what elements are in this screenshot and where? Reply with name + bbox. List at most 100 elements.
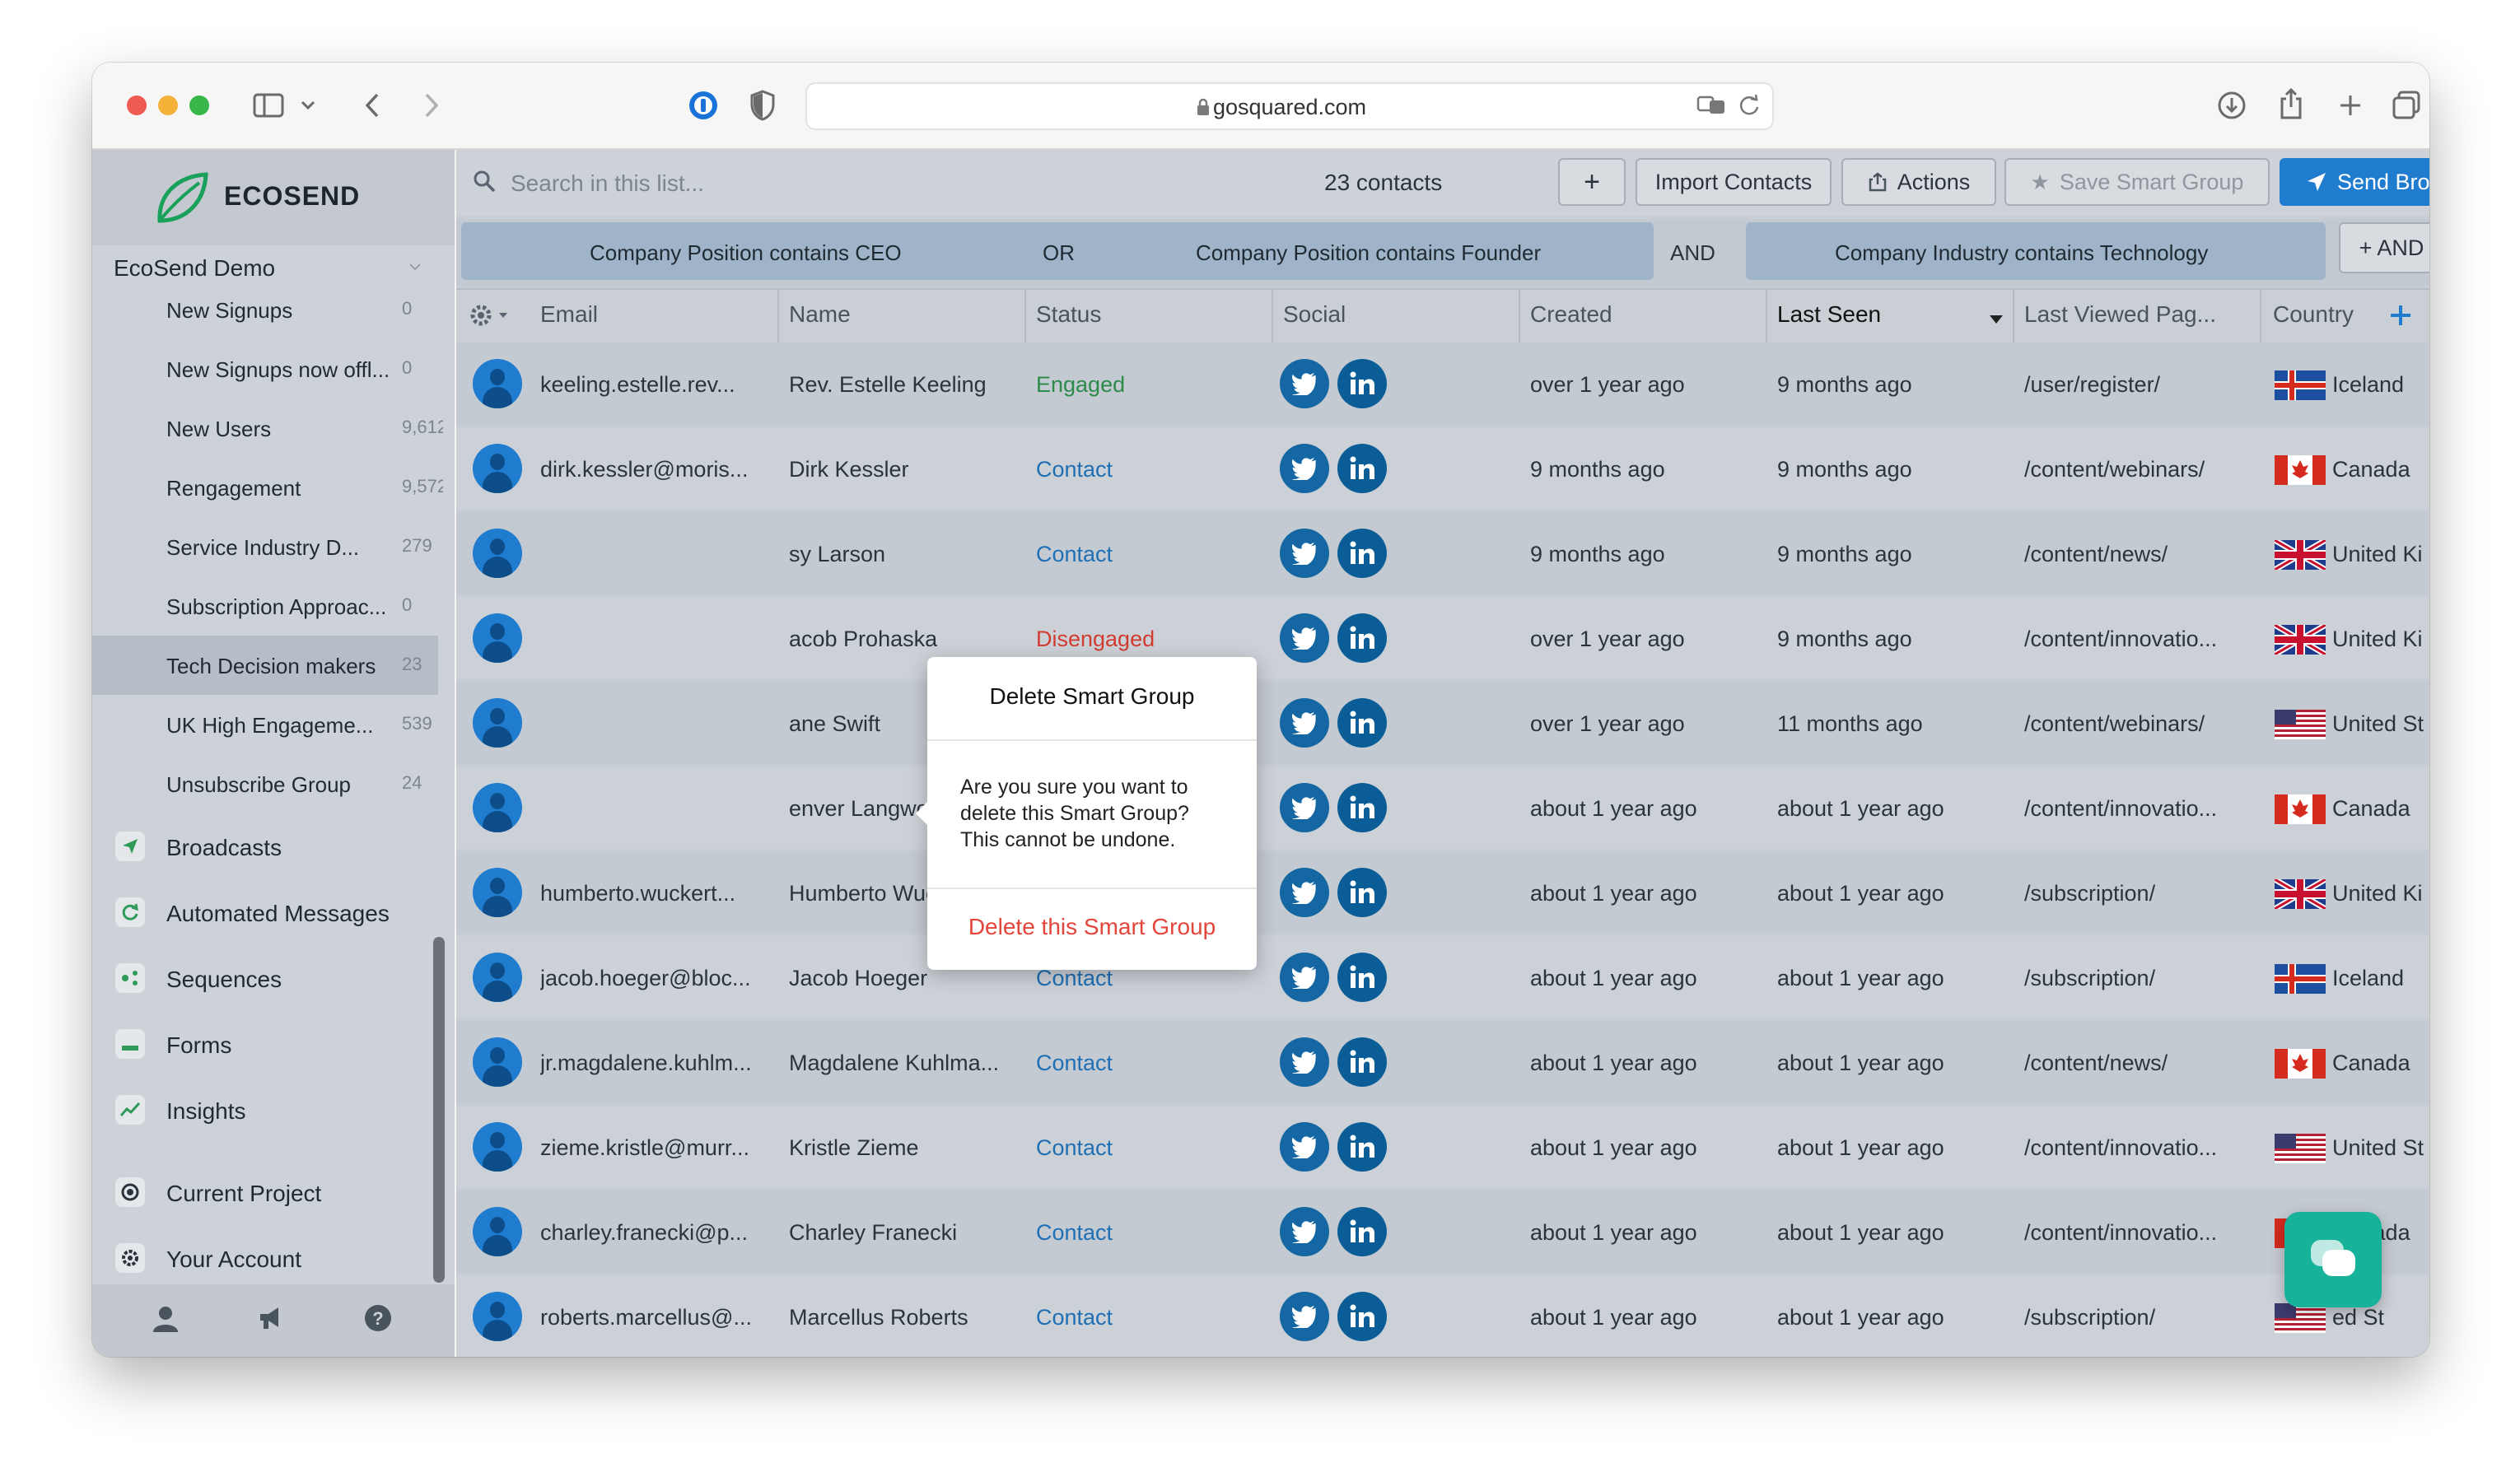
- avatar[interactable]: [473, 359, 522, 408]
- forward-icon[interactable]: [415, 89, 448, 122]
- maximize-window-button[interactable]: [189, 96, 209, 115]
- nav-your-account[interactable]: Your Account: [92, 1227, 438, 1293]
- delete-smart-group-button[interactable]: Delete this Smart Group: [927, 914, 1257, 940]
- downloads-icon[interactable]: [2214, 87, 2250, 123]
- chevron-down-icon[interactable]: [298, 96, 318, 115]
- share-icon[interactable]: [2273, 84, 2309, 123]
- name-cell[interactable]: Marcellus Roberts: [789, 1305, 1020, 1330]
- table-row[interactable]: jr.magdalene.kuhlm... Magdalene Kuhlma...…: [456, 1021, 2429, 1103]
- filter-condition[interactable]: Company Industry contains Technology: [1835, 240, 2208, 266]
- avatar[interactable]: [473, 868, 522, 917]
- smart-group-item[interactable]: Unsubscribe Group 24: [92, 754, 438, 813]
- avatar[interactable]: [473, 613, 522, 663]
- logo-area[interactable]: ECOSEND: [92, 150, 455, 245]
- linkedin-icon[interactable]: [1337, 444, 1387, 493]
- avatar[interactable]: [473, 1037, 522, 1087]
- email-cell[interactable]: dirk.kessler@moris...: [540, 457, 771, 482]
- avatar[interactable]: [473, 1207, 522, 1256]
- add-and-filter-button[interactable]: + AND: [2339, 222, 2429, 273]
- add-column-icon[interactable]: [2388, 303, 2413, 332]
- smart-group-item-active[interactable]: Tech Decision makers 23: [92, 636, 438, 695]
- import-contacts-button[interactable]: Import Contacts: [1636, 158, 1832, 206]
- linkedin-icon[interactable]: [1337, 359, 1387, 408]
- twitter-icon[interactable]: [1280, 698, 1329, 748]
- add-contact-button[interactable]: +: [1558, 158, 1626, 206]
- email-cell[interactable]: humberto.wuckert...: [540, 881, 771, 906]
- avatar[interactable]: [473, 529, 522, 578]
- column-header-country[interactable]: Country: [2273, 301, 2354, 328]
- smart-group-item[interactable]: New Users 9,612: [92, 398, 443, 458]
- linkedin-icon[interactable]: [1337, 1207, 1387, 1256]
- linkedin-icon[interactable]: [1337, 953, 1387, 1002]
- avatar[interactable]: [473, 698, 522, 748]
- column-header-last-viewed-page[interactable]: Last Viewed Pag...: [2024, 301, 2216, 328]
- table-row[interactable]: enver Langworth IContactabout 1 year ago…: [456, 766, 2429, 849]
- twitter-icon[interactable]: [1280, 1037, 1329, 1087]
- password-manager-icon[interactable]: [685, 87, 721, 123]
- twitter-icon[interactable]: [1280, 953, 1329, 1002]
- column-settings-icon[interactable]: [468, 301, 512, 333]
- name-cell[interactable]: sy Larson: [789, 542, 1020, 567]
- twitter-icon[interactable]: [1280, 359, 1329, 408]
- send-broadcast-button[interactable]: Send Broadcast: [2280, 158, 2429, 206]
- smart-group-item[interactable]: New Signups now offl... 0: [92, 339, 438, 398]
- smart-group-item[interactable]: UK High Engageme... 539: [92, 695, 438, 754]
- email-cell[interactable]: keeling.estelle.rev...: [540, 372, 771, 398]
- translate-icon[interactable]: [1696, 94, 1726, 121]
- chat-widget-button[interactable]: [2284, 1212, 2382, 1307]
- name-cell[interactable]: acob Prohaska: [789, 627, 1020, 652]
- table-row[interactable]: keeling.estelle.rev... Rev. Estelle Keeli…: [456, 342, 2429, 425]
- name-cell[interactable]: Magdalene Kuhlma...: [789, 1051, 1020, 1076]
- avatar[interactable]: [473, 783, 522, 832]
- linkedin-icon[interactable]: [1337, 1122, 1387, 1172]
- sidebar-scrollbar[interactable]: [433, 937, 445, 1283]
- filter-condition[interactable]: Company Position contains CEO: [590, 240, 902, 266]
- new-tab-icon[interactable]: [2332, 87, 2368, 123]
- name-cell[interactable]: Charley Franecki: [789, 1220, 1020, 1246]
- smart-group-item[interactable]: New Signups 0: [92, 280, 438, 339]
- filter-group-or[interactable]: Company Position contains CEO OR Company…: [461, 222, 1654, 280]
- linkedin-icon[interactable]: [1337, 783, 1387, 832]
- twitter-icon[interactable]: [1280, 444, 1329, 493]
- reload-icon[interactable]: [1738, 94, 1761, 121]
- filter-group[interactable]: Company Industry contains Technology: [1746, 222, 2326, 280]
- table-row[interactable]: roberts.marcellus@... Marcellus Roberts Co…: [456, 1275, 2429, 1357]
- email-cell[interactable]: jr.magdalene.kuhlm...: [540, 1051, 771, 1076]
- twitter-icon[interactable]: [1280, 613, 1329, 663]
- twitter-icon[interactable]: [1280, 529, 1329, 578]
- column-header-created[interactable]: Created: [1530, 301, 1612, 328]
- nav-current-project[interactable]: Current Project: [92, 1161, 438, 1227]
- announcements-icon[interactable]: [257, 1306, 283, 1335]
- sidebar-toggle-icon[interactable]: [252, 89, 285, 122]
- table-row[interactable]: sy Larson Contact 9 months ago 9 months ago…: [456, 512, 2429, 594]
- close-window-button[interactable]: [127, 96, 147, 115]
- table-row[interactable]: charley.franecki@p... Charley Franecki Con…: [456, 1190, 2429, 1273]
- avatar[interactable]: [473, 444, 522, 493]
- minimize-window-button[interactable]: [158, 96, 178, 115]
- table-row[interactable]: zieme.kristle@murr... Kristle Zieme Contac…: [456, 1106, 2429, 1188]
- twitter-icon[interactable]: [1280, 1292, 1329, 1341]
- save-smart-group-button[interactable]: ★ Save Smart Group: [2004, 158, 2270, 206]
- avatar[interactable]: [473, 1122, 522, 1172]
- name-cell[interactable]: Dirk Kessler: [789, 457, 1020, 482]
- nav-sequences[interactable]: Sequences: [92, 947, 438, 1013]
- column-header-social[interactable]: Social: [1283, 301, 1346, 328]
- linkedin-icon[interactable]: [1337, 1037, 1387, 1087]
- nav-forms[interactable]: Forms: [92, 1013, 438, 1079]
- nav-broadcasts[interactable]: Broadcasts: [92, 815, 438, 881]
- nav-insights[interactable]: Insights: [92, 1079, 438, 1144]
- twitter-icon[interactable]: [1280, 868, 1329, 917]
- linkedin-icon[interactable]: [1337, 529, 1387, 578]
- name-cell[interactable]: Rev. Estelle Keeling: [789, 372, 1020, 398]
- chevron-down-icon[interactable]: [408, 260, 422, 275]
- help-icon[interactable]: ?: [364, 1304, 392, 1336]
- email-cell[interactable]: zieme.kristle@murr...: [540, 1135, 771, 1161]
- smart-group-item[interactable]: Subscription Approac... 0: [92, 576, 438, 636]
- table-row[interactable]: dirk.kessler@moris... Dirk Kessler Contact…: [456, 427, 2429, 510]
- table-row[interactable]: humberto.wuckert...Humberto WuckertConta…: [456, 851, 2429, 934]
- column-header-status[interactable]: Status: [1036, 301, 1101, 328]
- back-icon[interactable]: [356, 89, 389, 122]
- linkedin-icon[interactable]: [1337, 698, 1387, 748]
- avatar[interactable]: [473, 1292, 522, 1341]
- email-cell[interactable]: charley.franecki@p...: [540, 1220, 771, 1246]
